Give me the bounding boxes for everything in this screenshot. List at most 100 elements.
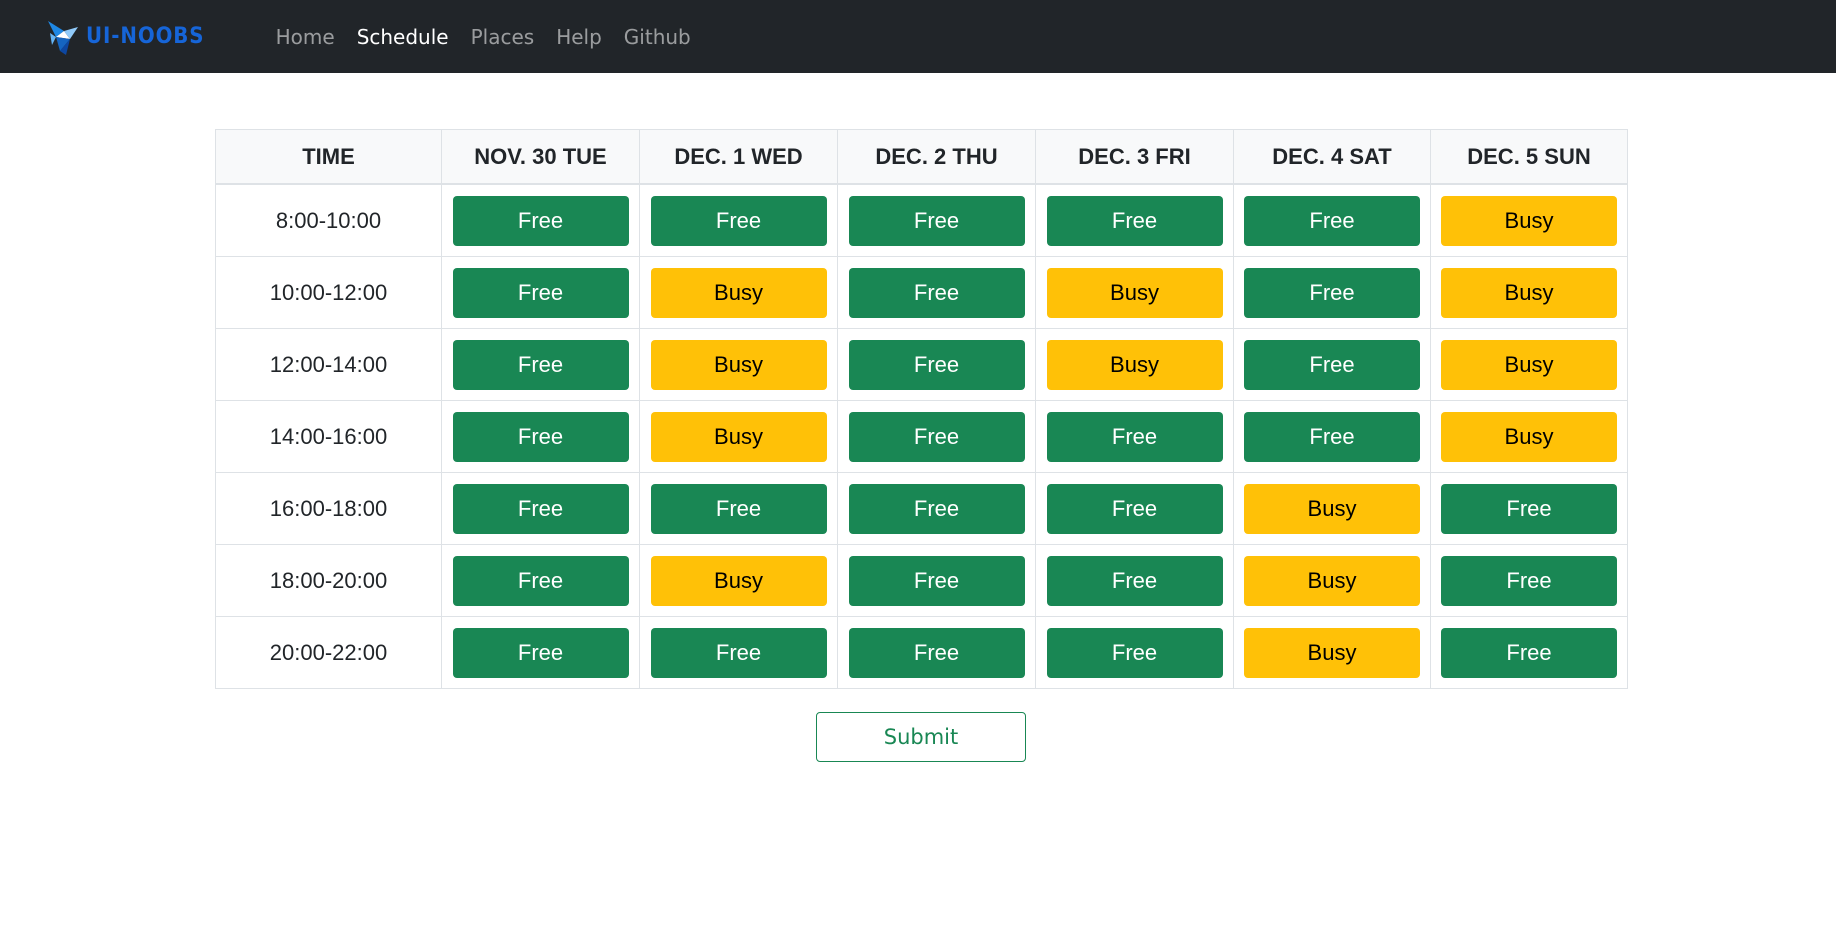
free-slot-button[interactable]: Free	[1441, 483, 1617, 534]
schedule-cell: Free	[441, 256, 640, 329]
busy-slot-button[interactable]: Busy	[1244, 627, 1420, 678]
free-slot-button[interactable]: Free	[1046, 195, 1223, 246]
schedule-cell: Free	[1035, 472, 1234, 545]
busy-slot-button[interactable]: Busy	[1244, 483, 1420, 534]
top-navbar: UI-NOOBS Home Schedule Places Help Githu…	[0, 0, 1836, 73]
free-slot-button[interactable]: Free	[650, 483, 827, 534]
free-slot-button[interactable]: Free	[848, 267, 1025, 318]
column-header-day: DEC. 1 WED	[639, 129, 838, 185]
nav-schedule-link[interactable]: Schedule	[357, 25, 449, 49]
free-slot-button[interactable]: Free	[848, 627, 1025, 678]
schedule-cell: Busy	[1233, 472, 1431, 545]
submit-button[interactable]: Submit	[816, 712, 1026, 762]
free-slot-button[interactable]: Free	[1046, 555, 1223, 606]
nav-links: Home Schedule Places Help Github	[276, 25, 713, 49]
free-slot-button[interactable]: Free	[1441, 627, 1617, 678]
table-row: 14:00-16:00 Free Busy Free Free Free Busy	[215, 400, 1628, 473]
table-row: 12:00-14:00 Free Busy Free Busy Free Busy	[215, 328, 1628, 401]
brand-name: UI-NOOBS	[86, 24, 205, 49]
schedule-cell: Free	[1233, 328, 1431, 401]
schedule-cell: Free	[1035, 544, 1234, 617]
time-slot-label: 8:00-10:00	[215, 183, 442, 257]
free-slot-button[interactable]: Free	[848, 555, 1025, 606]
free-slot-button[interactable]: Free	[1046, 411, 1223, 462]
schedule-cell: Free	[1233, 183, 1431, 257]
nav-help-link[interactable]: Help	[556, 25, 602, 49]
free-slot-button[interactable]: Free	[452, 339, 629, 390]
free-slot-button[interactable]: Free	[452, 555, 629, 606]
schedule-cell: Free	[441, 400, 640, 473]
busy-slot-button[interactable]: Busy	[650, 555, 827, 606]
busy-slot-button[interactable]: Busy	[1441, 267, 1617, 318]
free-slot-button[interactable]: Free	[848, 483, 1025, 534]
busy-slot-button[interactable]: Busy	[1244, 555, 1420, 606]
free-slot-button[interactable]: Free	[1046, 483, 1223, 534]
table-row: 20:00-22:00 Free Free Free Free Busy Free	[215, 616, 1628, 689]
column-header-time: TIME	[215, 129, 442, 185]
column-header-day: DEC. 5 SUN	[1430, 129, 1628, 185]
nav-home-link[interactable]: Home	[276, 25, 335, 49]
brand-logo-link[interactable]: UI-NOOBS	[44, 0, 218, 73]
schedule-cell: Busy	[639, 400, 838, 473]
schedule-cell: Free	[1430, 544, 1628, 617]
busy-slot-button[interactable]: Busy	[1046, 267, 1223, 318]
busy-slot-button[interactable]: Busy	[1441, 411, 1617, 462]
schedule-cell: Busy	[639, 544, 838, 617]
time-slot-label: 14:00-16:00	[215, 400, 442, 473]
table-row: 18:00-20:00 Free Busy Free Free Busy Free	[215, 544, 1628, 617]
free-slot-button[interactable]: Free	[650, 627, 827, 678]
free-slot-button[interactable]: Free	[452, 483, 629, 534]
busy-slot-button[interactable]: Busy	[1441, 195, 1617, 246]
busy-slot-button[interactable]: Busy	[1046, 339, 1223, 390]
nav-places-link[interactable]: Places	[471, 25, 535, 49]
schedule-cell: Free	[639, 616, 838, 689]
free-slot-button[interactable]: Free	[1244, 267, 1420, 318]
schedule-cell: Free	[441, 544, 640, 617]
free-slot-button[interactable]: Free	[848, 411, 1025, 462]
free-slot-button[interactable]: Free	[1441, 555, 1617, 606]
free-slot-button[interactable]: Free	[1244, 339, 1420, 390]
free-slot-button[interactable]: Free	[452, 267, 629, 318]
free-slot-button[interactable]: Free	[1046, 627, 1223, 678]
free-slot-button[interactable]: Free	[1244, 195, 1420, 246]
free-slot-button[interactable]: Free	[452, 411, 629, 462]
schedule-cell: Free	[1430, 616, 1628, 689]
time-slot-label: 20:00-22:00	[215, 616, 442, 689]
schedule-cell: Free	[639, 183, 838, 257]
free-slot-button[interactable]: Free	[452, 627, 629, 678]
column-header-day: DEC. 3 FRI	[1035, 129, 1234, 185]
schedule-cell: Busy	[1035, 256, 1234, 329]
schedule-cell: Free	[639, 472, 838, 545]
crane-bird-logo-icon	[44, 17, 84, 57]
column-header-day: DEC. 2 THU	[837, 129, 1036, 185]
schedule-cell: Free	[1233, 400, 1431, 473]
time-slot-label: 12:00-14:00	[215, 328, 442, 401]
schedule-cell: Busy	[639, 328, 838, 401]
table-row: 10:00-12:00 Free Busy Free Busy Free Busy	[215, 256, 1628, 329]
nav-github-link[interactable]: Github	[624, 25, 691, 49]
schedule-cell: Free	[1233, 256, 1431, 329]
schedule-cell: Busy	[1430, 183, 1628, 257]
free-slot-button[interactable]: Free	[650, 195, 827, 246]
free-slot-button[interactable]: Free	[848, 195, 1025, 246]
busy-slot-button[interactable]: Busy	[650, 411, 827, 462]
schedule-cell: Free	[441, 183, 640, 257]
free-slot-button[interactable]: Free	[1244, 411, 1420, 462]
table-header-row: TIME NOV. 30 TUE DEC. 1 WED DEC. 2 THU D…	[215, 129, 1628, 185]
busy-slot-button[interactable]: Busy	[650, 339, 827, 390]
schedule-cell: Busy	[1430, 256, 1628, 329]
busy-slot-button[interactable]: Busy	[1441, 339, 1617, 390]
schedule-cell: Free	[837, 328, 1036, 401]
column-header-day: NOV. 30 TUE	[441, 129, 640, 185]
schedule-cell: Free	[1035, 183, 1234, 257]
schedule-cell: Busy	[639, 256, 838, 329]
schedule-cell: Busy	[1430, 400, 1628, 473]
free-slot-button[interactable]: Free	[848, 339, 1025, 390]
schedule-cell: Busy	[1233, 616, 1431, 689]
time-slot-label: 10:00-12:00	[215, 256, 442, 329]
free-slot-button[interactable]: Free	[452, 195, 629, 246]
busy-slot-button[interactable]: Busy	[650, 267, 827, 318]
table-body: 8:00-10:00 Free Free Free Free Free Busy 10:00-…	[215, 183, 1628, 689]
schedule-cell: Free	[837, 616, 1036, 689]
time-slot-label: 18:00-20:00	[215, 544, 442, 617]
